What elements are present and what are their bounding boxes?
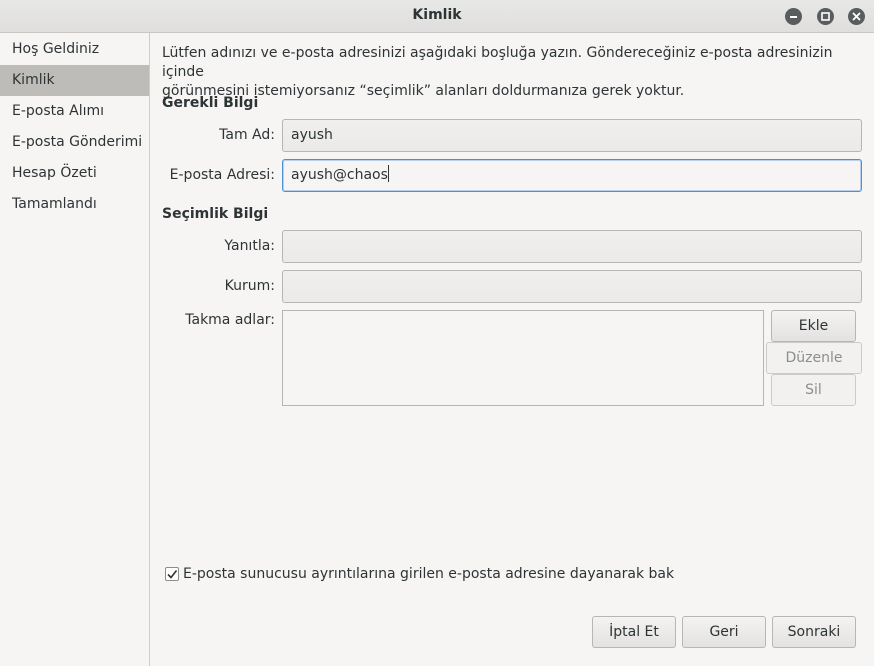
minimize-button[interactable] [785,8,802,25]
add-alias-button[interactable]: Ekle [771,310,856,342]
sidebar-item-done[interactable]: Tamamlandı [0,189,149,220]
maximize-button[interactable] [817,8,834,25]
text-cursor [387,165,389,182]
email-address-value: ayush@chaos [291,167,388,183]
title-bar: Kimlik [0,0,874,33]
email-address-field[interactable]: ayush@chaos [282,159,862,192]
window-title: Kimlik [412,7,462,23]
sidebar-item-sending[interactable]: E-posta Gönderimi [0,127,149,158]
lookup-by-email-checkbox[interactable] [165,567,179,581]
full-name-field[interactable]: ayush [282,119,862,152]
close-button[interactable] [848,8,865,25]
sidebar-item-receiving[interactable]: E-posta Alımı [0,96,149,127]
intro-text: Lütfen adınızı ve e-posta adresinizi aşa… [162,44,862,101]
lookup-by-email-label: E-posta sunucusu ayrıntılarına girilen e… [183,566,675,582]
sidebar-item-summary[interactable]: Hesap Özeti [0,158,149,189]
required-info-heading: Gerekli Bilgi [162,95,259,111]
intro-line-1: Lütfen adınızı ve e-posta adresinizi aşa… [162,45,833,80]
email-address-label: E-posta Adresi: [169,167,275,183]
minimize-icon [790,16,797,18]
lookup-by-email-checkbox-row[interactable]: E-posta sunucusu ayrıntılarına girilen e… [165,565,674,583]
full-name-value: ayush [291,127,333,143]
sidebar-item-identity[interactable]: Kimlik [0,65,149,96]
reply-to-label: Yanıtla: [224,238,275,254]
reply-to-field[interactable] [282,230,862,263]
sidebar-item-welcome[interactable]: Hoş Geldiniz [0,34,149,65]
intro-line-2: görünmesini istemiyorsanız “seçimlik” al… [162,83,685,99]
checkmark-icon [167,570,178,579]
close-icon [852,12,861,21]
next-button[interactable]: Sonraki [772,616,856,648]
back-button[interactable]: Geri [682,616,766,648]
full-name-label: Tam Ad: [219,127,275,143]
assistant-sidebar: Hoş Geldiniz Kimlik E-posta Alımı E-post… [0,33,150,666]
aliases-list[interactable] [282,310,764,406]
maximize-icon [821,12,830,21]
edit-alias-button[interactable]: Düzenle [766,342,862,374]
organization-field[interactable] [282,270,862,303]
organization-label: Kurum: [224,278,275,294]
identity-page: Lütfen adınızı ve e-posta adresinizi aşa… [150,33,874,666]
cancel-button[interactable]: İptal Et [592,616,676,648]
remove-alias-button[interactable]: Sil [771,374,856,406]
aliases-label: Takma adlar: [185,312,275,328]
optional-info-heading: Seçimlik Bilgi [162,206,269,222]
